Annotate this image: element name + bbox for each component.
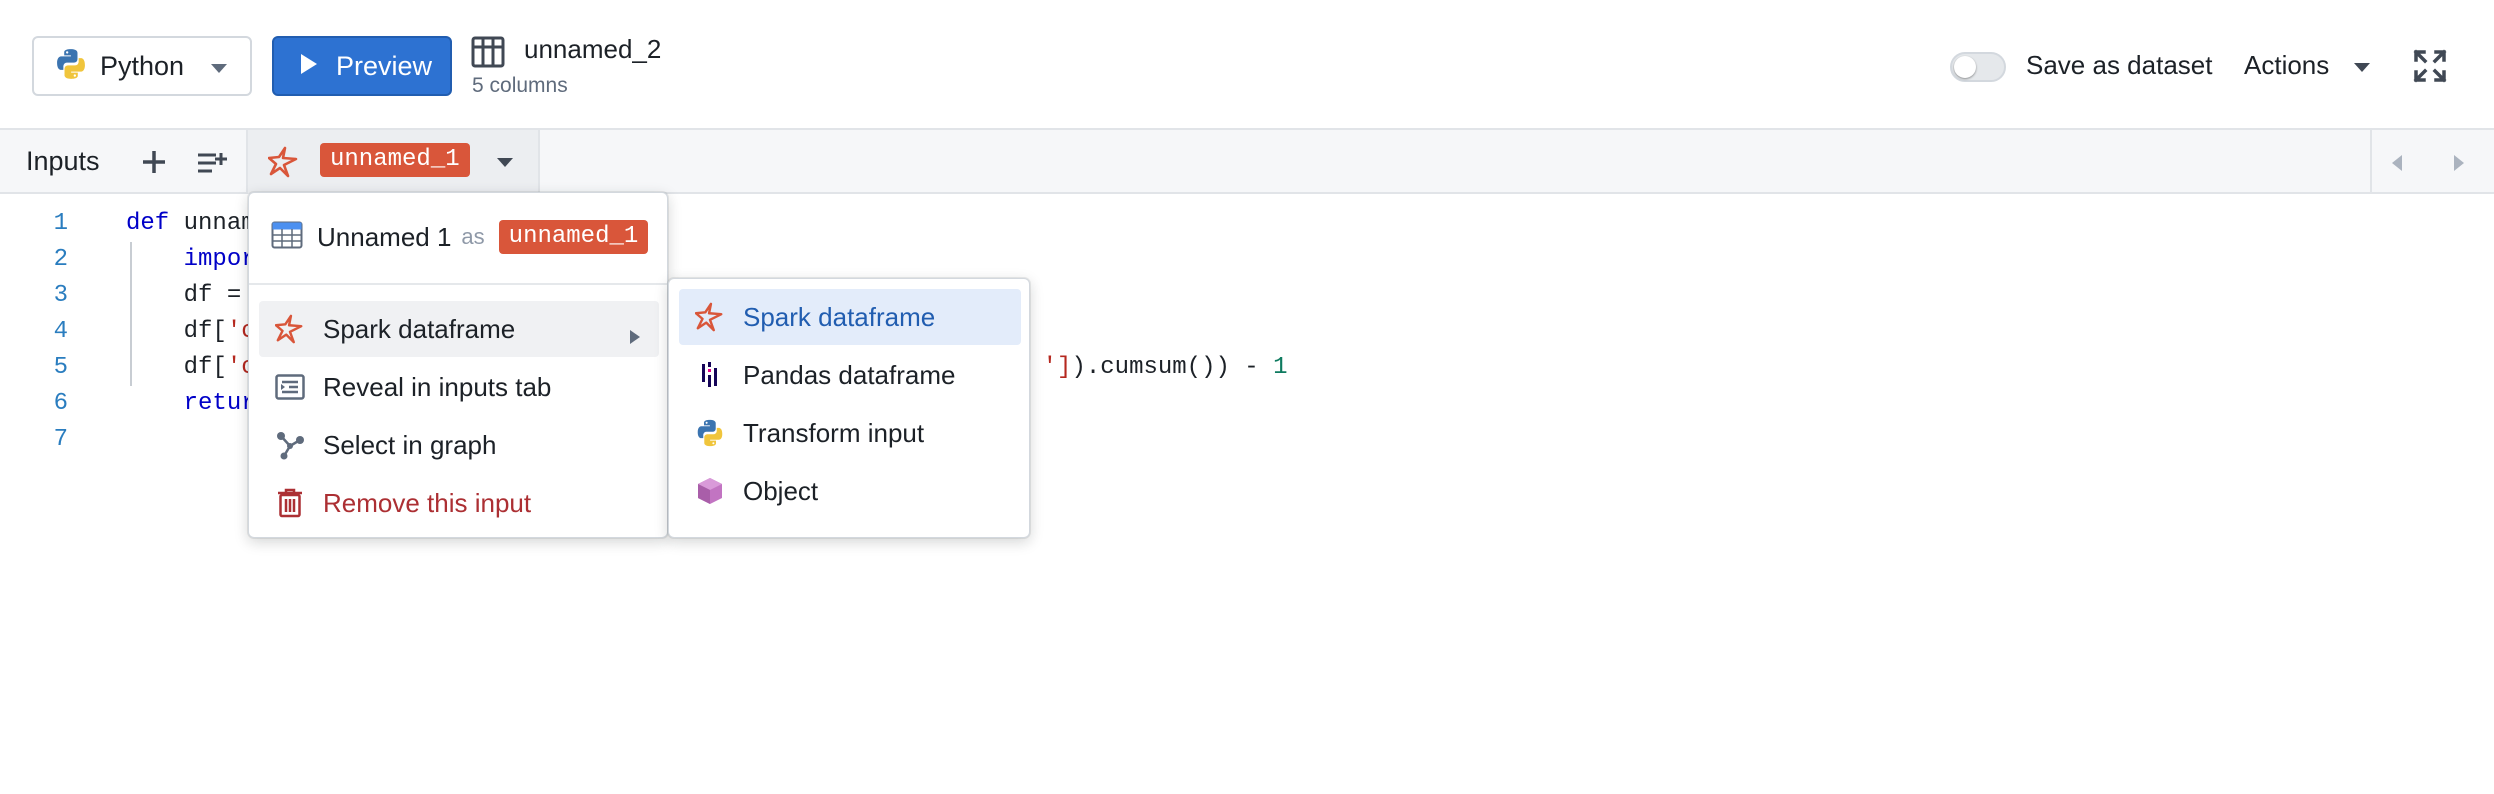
active-tab-alias-chip: unnamed_1 (320, 143, 470, 177)
spark-icon (273, 312, 307, 346)
menu-item-reveal-in-inputs-tab[interactable]: Reveal in inputs tab (259, 359, 659, 415)
submenu-item-label: Pandas dataframe (743, 359, 956, 390)
language-select-button[interactable]: Python (32, 36, 252, 96)
chevron-down-icon (210, 62, 228, 80)
code-text: df = (183, 282, 242, 309)
preview-button[interactable]: Preview (272, 36, 452, 96)
input-context-menu: Unnamed 1 as unnamed_1 Spark dataframe R… (248, 192, 668, 538)
code-text: ).cumsum()) - (1071, 354, 1274, 381)
menu-item-label: Remove this input (323, 487, 532, 518)
actions-menu-button[interactable]: Actions (2244, 50, 2371, 81)
input-name: Unnamed 1 (317, 221, 452, 252)
menu-item-label: Spark dataframe (323, 313, 516, 344)
string-literal: '] (1042, 354, 1072, 381)
menu-item-label: Select in graph (323, 429, 497, 460)
line-number: 2 (53, 246, 68, 273)
add-input-icon[interactable] (140, 148, 168, 181)
line-number: 6 (53, 390, 68, 417)
menu-header: Unnamed 1 as unnamed_1 (271, 215, 649, 259)
toggle-knob (1954, 56, 1976, 78)
number-literal: 1 (1273, 354, 1288, 381)
menu-item-select-in-graph[interactable]: Select in graph (259, 417, 659, 473)
chevron-left-icon[interactable] (2390, 154, 2404, 177)
column-count: 5 columns (472, 74, 568, 97)
preview-label: Preview (336, 50, 433, 81)
submenu-item-transform-input[interactable]: Transform input (679, 405, 1021, 461)
submenu-item-label: Object (743, 475, 819, 506)
reveal-icon (273, 370, 307, 404)
top-toolbar: Python Preview unnamed_2 5 columns Save … (0, 0, 2494, 130)
spark-icon (267, 146, 300, 183)
output-dataset-name[interactable]: unnamed_2 (524, 34, 661, 65)
chevron-down-icon[interactable] (496, 156, 514, 174)
chevron-right-icon[interactable] (2452, 154, 2466, 177)
play-icon (300, 53, 318, 80)
spark-icon (693, 300, 727, 334)
input-type-submenu: Spark dataframe Pandas dataframe Transfo… (668, 278, 1030, 538)
tab-unnamed-1[interactable]: unnamed_1 (248, 130, 540, 194)
tab-nav-divider (2370, 130, 2372, 192)
line-number: 3 (53, 282, 68, 309)
submenu-item-label: Transform input (743, 417, 925, 448)
cube-icon (693, 474, 727, 508)
line-number: 4 (53, 318, 68, 345)
code-text: df[ (183, 354, 227, 381)
code-text: unnam (169, 210, 256, 237)
chevron-down-icon (2353, 50, 2371, 81)
keyword: impor (183, 246, 256, 273)
submenu-item-pandas-dataframe[interactable]: Pandas dataframe (679, 347, 1021, 403)
menu-item-label: Reveal in inputs tab (323, 371, 552, 402)
python-icon (54, 47, 88, 86)
inputs-tab-bar: Inputs unnamed_1 (0, 130, 2494, 194)
chevron-right-icon (629, 321, 641, 352)
line-number: 1 (53, 210, 68, 237)
python-icon (693, 416, 727, 450)
save-as-dataset-toggle[interactable] (1950, 52, 2006, 82)
add-to-list-icon[interactable] (196, 150, 230, 181)
keyword: retur (183, 390, 256, 417)
trash-icon (273, 486, 307, 520)
table-icon (271, 221, 303, 254)
line-number: 7 (53, 426, 68, 453)
code-text: df[ (183, 318, 227, 345)
language-label: Python (100, 50, 185, 81)
actions-label: Actions (2244, 50, 2330, 80)
line-number-gutter: 1 2 3 4 5 6 7 (0, 206, 80, 458)
menu-item-remove-this-input[interactable]: Remove this input (259, 475, 659, 531)
maximize-icon[interactable] (2412, 48, 2448, 89)
save-as-dataset-label: Save as dataset (2026, 50, 2213, 80)
line-number: 5 (53, 354, 68, 381)
alias-chip[interactable]: unnamed_1 (498, 220, 649, 254)
submenu-item-label: Spark dataframe (743, 301, 936, 332)
keyword: def (126, 210, 170, 237)
submenu-item-object[interactable]: Object (679, 463, 1021, 519)
tab-inputs[interactable]: Inputs (26, 146, 100, 177)
menu-item-spark-dataframe[interactable]: Spark dataframe (259, 301, 659, 357)
pandas-icon (693, 358, 727, 392)
graph-icon (273, 428, 307, 462)
menu-divider (249, 283, 667, 285)
submenu-item-spark-dataframe[interactable]: Spark dataframe (679, 289, 1021, 345)
dataset-schema-icon (470, 34, 506, 75)
as-label: as (461, 224, 485, 249)
